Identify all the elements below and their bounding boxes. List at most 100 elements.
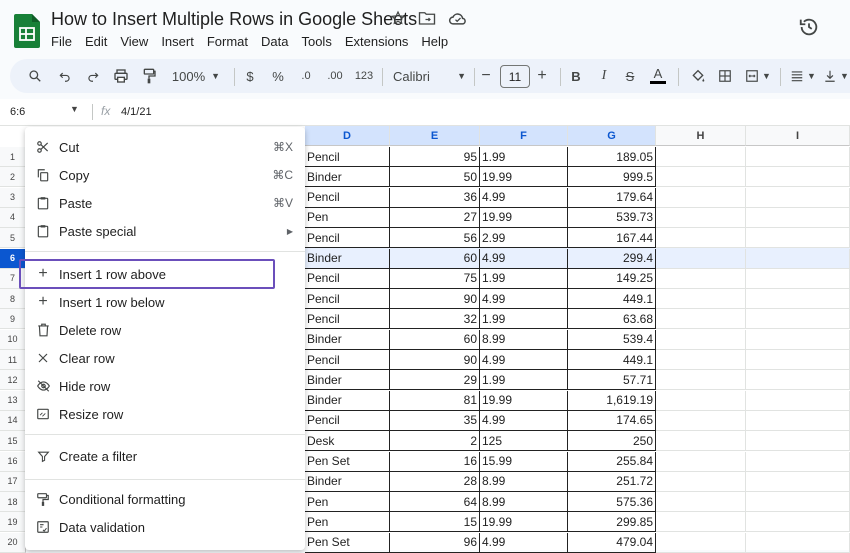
menu-data[interactable]: Data: [261, 34, 294, 49]
cell-i[interactable]: [746, 492, 850, 513]
cell-f[interactable]: 1.99: [480, 147, 568, 167]
zoom-select[interactable]: 100% ▼: [168, 59, 224, 93]
borders-icon[interactable]: [714, 59, 736, 93]
cell-d[interactable]: Binder: [305, 248, 390, 269]
cell-f[interactable]: 1.99: [480, 309, 568, 330]
cell-i[interactable]: [746, 471, 850, 492]
cell-f[interactable]: 4.99: [480, 187, 568, 208]
cell-h[interactable]: [656, 207, 746, 228]
cell-i[interactable]: [746, 167, 850, 188]
cell-h[interactable]: [656, 309, 746, 330]
cell-i[interactable]: [746, 248, 850, 269]
row-header[interactable]: 14: [0, 410, 26, 431]
row-header[interactable]: 15: [0, 431, 26, 452]
menu-item-create-filter[interactable]: Create a filter: [25, 443, 305, 469]
menu-item-cut[interactable]: Cut ⌘X: [25, 134, 305, 160]
cell-f[interactable]: 19.99: [480, 207, 568, 228]
cell-g[interactable]: 539.4: [568, 329, 656, 350]
cell-e[interactable]: 27: [390, 207, 480, 228]
cell-e[interactable]: 56: [390, 228, 480, 249]
menu-item-paste[interactable]: Paste ⌘V: [25, 190, 305, 216]
cell-i[interactable]: [746, 268, 850, 289]
cell-g[interactable]: 179.64: [568, 187, 656, 208]
cell-d[interactable]: Binder: [305, 370, 390, 391]
menu-item-insert-row-below[interactable]: + Insert 1 row below: [25, 289, 305, 315]
font-select[interactable]: Calibri ▼: [390, 59, 466, 93]
menu-item-hide-row[interactable]: Hide row: [25, 373, 305, 399]
column-header-f[interactable]: F: [480, 126, 568, 146]
cell-g[interactable]: 167.44: [568, 228, 656, 249]
row-header[interactable]: 11: [0, 350, 26, 370]
cell-e[interactable]: 81: [390, 390, 480, 411]
row-header[interactable]: 2: [0, 167, 26, 188]
search-icon[interactable]: [24, 59, 46, 93]
cell-d[interactable]: Pencil: [305, 268, 390, 289]
percent-button[interactable]: %: [268, 59, 288, 93]
number-format-button[interactable]: 123: [352, 59, 376, 93]
cell-f[interactable]: 8.99: [480, 492, 568, 513]
cell-e[interactable]: 75: [390, 268, 480, 289]
cell-f[interactable]: 8.99: [480, 329, 568, 350]
cell-i[interactable]: [746, 350, 850, 370]
menu-insert[interactable]: Insert: [161, 34, 200, 49]
cell-g[interactable]: 449.1: [568, 350, 656, 370]
cell-g[interactable]: 251.72: [568, 471, 656, 492]
menu-format[interactable]: Format: [207, 34, 254, 49]
menu-file[interactable]: File: [51, 34, 78, 49]
star-icon[interactable]: [390, 10, 406, 31]
cell-e[interactable]: 60: [390, 248, 480, 269]
cell-e[interactable]: 90: [390, 289, 480, 310]
cell-d[interactable]: Pencil: [305, 187, 390, 208]
cell-d[interactable]: Pencil: [305, 410, 390, 431]
cell-h[interactable]: [656, 471, 746, 492]
cell-g[interactable]: 449.1: [568, 289, 656, 310]
cell-g[interactable]: 149.25: [568, 268, 656, 289]
column-header-g[interactable]: G: [568, 126, 656, 146]
row-header[interactable]: 18: [0, 492, 26, 513]
cell-h[interactable]: [656, 228, 746, 249]
cell-d[interactable]: Binder: [305, 329, 390, 350]
cell-d[interactable]: Pen Set: [305, 451, 390, 472]
strikethrough-icon[interactable]: S: [620, 59, 640, 93]
increase-decimal-button[interactable]: .00: [322, 59, 348, 93]
cell-g[interactable]: 250: [568, 431, 656, 452]
cell-f[interactable]: 4.99: [480, 410, 568, 431]
cell-i[interactable]: [746, 147, 850, 167]
cell-i[interactable]: [746, 329, 850, 350]
italic-icon[interactable]: I: [594, 59, 614, 93]
vertical-align-icon[interactable]: ▼: [822, 59, 850, 93]
text-color-icon[interactable]: A: [648, 59, 668, 93]
cell-e[interactable]: 35: [390, 410, 480, 431]
cell-e[interactable]: 90: [390, 350, 480, 370]
version-history-icon[interactable]: [798, 16, 820, 43]
sheets-logo-icon[interactable]: [14, 14, 40, 48]
cell-h[interactable]: [656, 147, 746, 167]
cell-i[interactable]: [746, 451, 850, 472]
cloud-status-icon[interactable]: [448, 10, 468, 31]
menu-item-clear-row[interactable]: Clear row: [25, 345, 305, 371]
move-folder-icon[interactable]: [418, 10, 436, 31]
undo-icon[interactable]: [54, 59, 76, 93]
cell-i[interactable]: [746, 390, 850, 411]
menu-extensions[interactable]: Extensions: [345, 34, 415, 49]
cell-g[interactable]: 1,619.19: [568, 390, 656, 411]
cell-h[interactable]: [656, 167, 746, 188]
cell-d[interactable]: Binder: [305, 167, 390, 188]
cell-h[interactable]: [656, 390, 746, 411]
cell-d[interactable]: Pencil: [305, 228, 390, 249]
menu-item-delete-row[interactable]: Delete row: [25, 317, 305, 343]
decrease-font-size-icon[interactable]: −: [478, 59, 494, 93]
bold-icon[interactable]: B: [566, 59, 586, 93]
cell-f[interactable]: 125: [480, 431, 568, 452]
horizontal-align-icon[interactable]: ▼: [786, 59, 820, 93]
cell-d[interactable]: Pen: [305, 512, 390, 533]
cell-d[interactable]: Pencil: [305, 350, 390, 370]
cell-e[interactable]: 15: [390, 512, 480, 533]
cell-f[interactable]: 4.99: [480, 289, 568, 310]
cell-i[interactable]: [746, 512, 850, 533]
name-box[interactable]: 6:6: [10, 106, 25, 118]
cell-g[interactable]: 174.65: [568, 410, 656, 431]
row-header[interactable]: 9: [0, 309, 26, 330]
cell-i[interactable]: [746, 370, 850, 391]
cell-g[interactable]: 63.68: [568, 309, 656, 330]
